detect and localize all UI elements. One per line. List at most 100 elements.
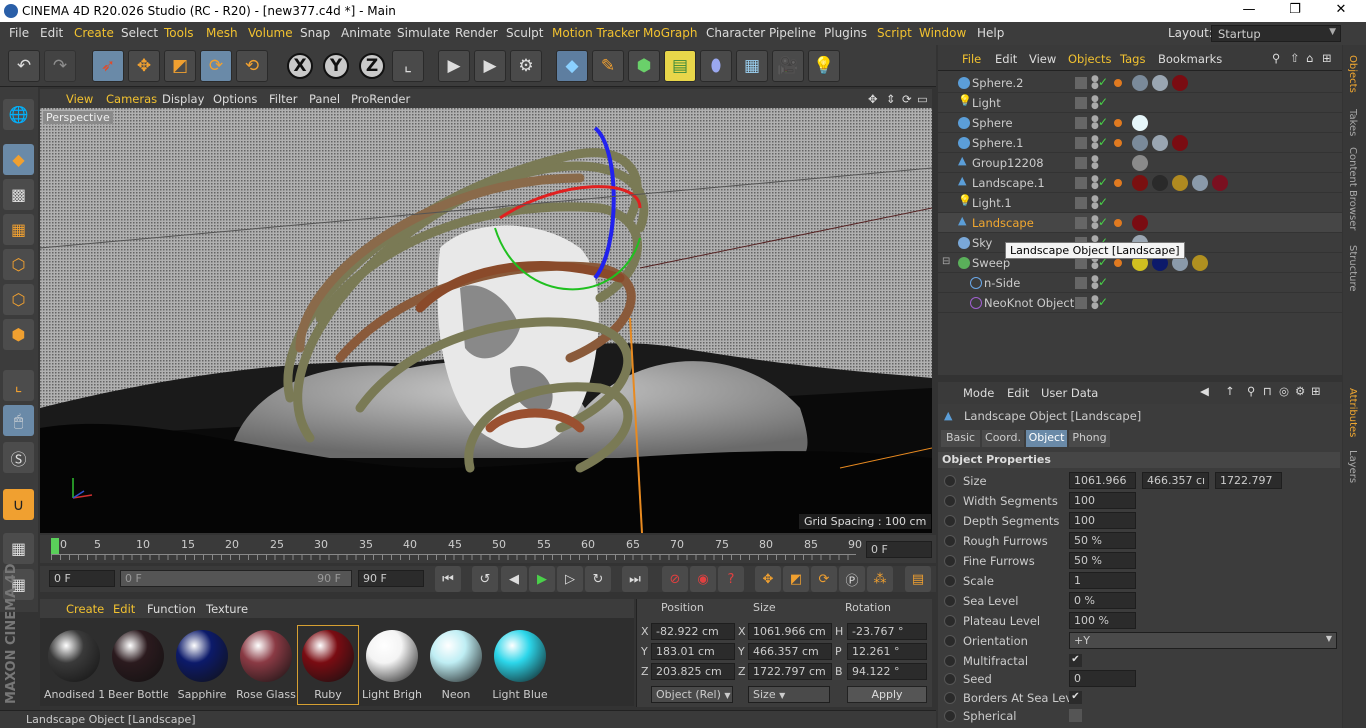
previous-key-button[interactable]: ↺ [472, 566, 498, 592]
animate-radio[interactable] [944, 495, 956, 507]
floor-button[interactable]: ▦ [736, 50, 768, 82]
add-cube-button[interactable]: ◆ [556, 50, 588, 82]
new-window-icon[interactable]: ⊞ [1311, 384, 1321, 398]
rotate-tool-button[interactable]: ⟳ [200, 50, 232, 82]
animate-radio[interactable] [944, 615, 956, 627]
size-z-input[interactable]: 1722.797 [1215, 472, 1282, 489]
viewport-menu-display[interactable]: Display [162, 92, 204, 106]
om-menu-bookmarks[interactable]: Bookmarks [1158, 52, 1222, 66]
enabled-check-icon[interactable]: ✓ [1098, 115, 1108, 129]
material-tag-icon[interactable] [1172, 135, 1188, 151]
object-row[interactable]: n-Side ● ● ✓ [938, 273, 1342, 293]
texture-mode-button[interactable]: ▩ [3, 179, 34, 210]
viewport-menu-prorender[interactable]: ProRender [351, 92, 410, 106]
sea-level-input[interactable]: 0 % [1069, 592, 1136, 609]
scale-tool-button[interactable]: ◩ [164, 50, 196, 82]
material-tag-icon[interactable] [1132, 155, 1148, 171]
animate-radio[interactable] [944, 595, 956, 607]
size-x-input[interactable]: 1061.966 [1069, 472, 1136, 489]
light-button[interactable]: 💡 [808, 50, 840, 82]
phong-tag-icon[interactable] [1114, 79, 1122, 87]
menu-simulate[interactable]: Simulate [397, 26, 450, 40]
redo-button[interactable]: ↷ [44, 50, 76, 82]
settings-icon[interactable]: ⚙ [1295, 384, 1305, 398]
material-swatch[interactable]: Light Blue [490, 626, 550, 704]
menu-volume[interactable]: Volume [248, 26, 293, 40]
material-tag-icon[interactable] [1172, 75, 1188, 91]
spherical-checkbox[interactable] [1069, 709, 1082, 722]
next-key-button[interactable]: ↻ [585, 566, 611, 592]
attr-menu-edit[interactable]: Edit [1007, 386, 1029, 400]
menu-sculpt[interactable]: Sculpt [506, 26, 543, 40]
material-swatch[interactable]: Light Brigh [362, 626, 422, 704]
material-tag-icon[interactable] [1132, 215, 1148, 231]
om-menu-view[interactable]: View [1029, 52, 1056, 66]
render-view-button[interactable]: ▶ [438, 50, 470, 82]
snap-button[interactable]: Ⓢ [3, 442, 34, 473]
material-swatch-selected[interactable]: Ruby [297, 625, 359, 705]
lock-icon[interactable]: ⊓ [1263, 384, 1272, 398]
layer-box-icon[interactable] [1075, 177, 1087, 189]
phong-tag-icon[interactable] [1114, 179, 1122, 187]
workplane-lock-button[interactable]: ▦ [3, 533, 34, 564]
enable-axis-button[interactable]: ⌞ [3, 370, 34, 401]
attr-menu-mode[interactable]: Mode [963, 386, 994, 400]
next-frame-button[interactable]: ▷ [557, 566, 583, 592]
layer-box-icon[interactable] [1075, 197, 1087, 209]
go-to-start-button[interactable]: ⏮ [435, 566, 461, 592]
rotation-b-field[interactable]: 94.122 ° [847, 663, 927, 680]
material-tag-icon[interactable] [1192, 175, 1208, 191]
rotation-p-field[interactable]: 12.261 ° [847, 643, 927, 660]
object-row[interactable]: Sphere.1 ● ● ✓ [938, 133, 1342, 153]
material-tag-icon[interactable] [1132, 75, 1148, 91]
menu-edit[interactable]: Edit [40, 26, 63, 40]
animate-radio[interactable] [944, 515, 956, 527]
layer-box-icon[interactable] [1075, 297, 1087, 309]
tab-basic[interactable]: Basic [941, 430, 980, 447]
make-editable-button[interactable]: 🌐 [3, 99, 34, 130]
autokey-button[interactable]: ◉ [690, 566, 716, 592]
collapse-icon[interactable]: ⊟ [942, 256, 950, 267]
material-tag-icon[interactable] [1152, 75, 1168, 91]
enabled-check-icon[interactable]: ✓ [1098, 75, 1108, 89]
key-parameter-button[interactable]: Ⓟ [839, 566, 865, 592]
key-position-button[interactable]: ✥ [755, 566, 781, 592]
tab-coord[interactable]: Coord. [982, 430, 1024, 447]
layer-box-icon[interactable] [1075, 157, 1087, 169]
viewport-toggle-icon[interactable]: ▭ [917, 92, 928, 106]
animate-radio[interactable] [944, 655, 956, 667]
position-x-field[interactable]: -82.922 cm [651, 623, 735, 640]
current-frame-field[interactable]: 0 F [866, 541, 932, 558]
position-z-field[interactable]: 203.825 cm [651, 663, 735, 680]
tab-object[interactable]: Object [1026, 430, 1067, 447]
object-row[interactable]: ▲ Group12208 ● ● [938, 153, 1342, 173]
playhead[interactable] [51, 538, 59, 554]
menu-pipeline[interactable]: Pipeline [769, 26, 816, 40]
frame-range-slider[interactable]: 0 F 90 F [120, 570, 352, 587]
3d-viewport[interactable]: Perspective Grid Spacing : 100 cm [40, 108, 932, 533]
side-tab-structure[interactable]: Structure [1347, 245, 1358, 292]
material-swatch[interactable]: Neon [426, 626, 486, 704]
search-icon[interactable]: ⚲ [1247, 384, 1255, 398]
size-mode-dropdown[interactable]: Size ▼ [748, 686, 830, 703]
phong-tag-icon[interactable] [1114, 139, 1122, 147]
subdivision-surface-button[interactable]: ⬢ [628, 50, 660, 82]
seed-input[interactable]: 0 [1069, 670, 1136, 687]
key-pla-button[interactable]: ⁂ [867, 566, 893, 592]
play-button[interactable]: ▶ [529, 566, 555, 592]
animate-radio[interactable] [944, 692, 956, 704]
material-swatch[interactable]: Beer Bottle [108, 626, 168, 704]
animate-radio[interactable] [944, 635, 956, 647]
new-window-icon[interactable]: ⊞ [1322, 51, 1332, 65]
material-tag-icon[interactable] [1212, 175, 1228, 191]
om-menu-objects[interactable]: Objects [1068, 52, 1111, 66]
coordinate-system-button[interactable]: ⌞ [392, 50, 424, 82]
size-y-field[interactable]: 466.357 cm [748, 643, 832, 660]
borders-at-sea-level-checkbox[interactable]: ✔ [1069, 691, 1082, 704]
object-row-selected[interactable]: ▲ Landscape ● ● ✓ [938, 213, 1342, 233]
enabled-check-icon[interactable]: ✓ [1098, 295, 1108, 309]
key-scale-button[interactable]: ◩ [783, 566, 809, 592]
deformer-button[interactable]: ⬮ [700, 50, 732, 82]
previous-frame-button[interactable]: ◀ [501, 566, 527, 592]
z-axis-lock-button[interactable]: Z [356, 50, 388, 82]
